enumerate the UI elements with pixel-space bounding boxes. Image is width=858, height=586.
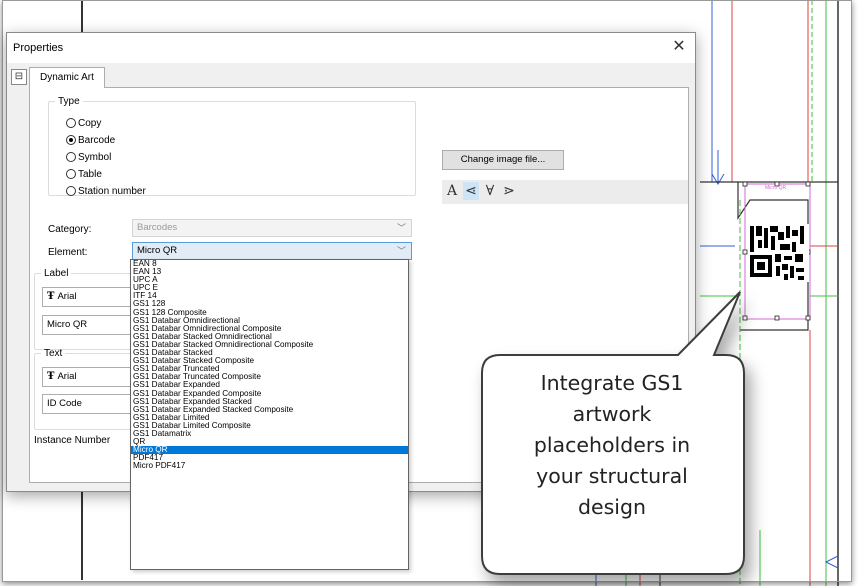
callout-line: your structural xyxy=(536,464,688,488)
callout-line: artwork xyxy=(572,402,652,426)
callout-text: Integrate GS1 artwork placeholders in yo… xyxy=(478,368,746,523)
callout-line: placeholders in xyxy=(533,433,691,457)
callout-line: design xyxy=(577,495,646,519)
callout-line: Integrate GS1 xyxy=(540,371,684,395)
